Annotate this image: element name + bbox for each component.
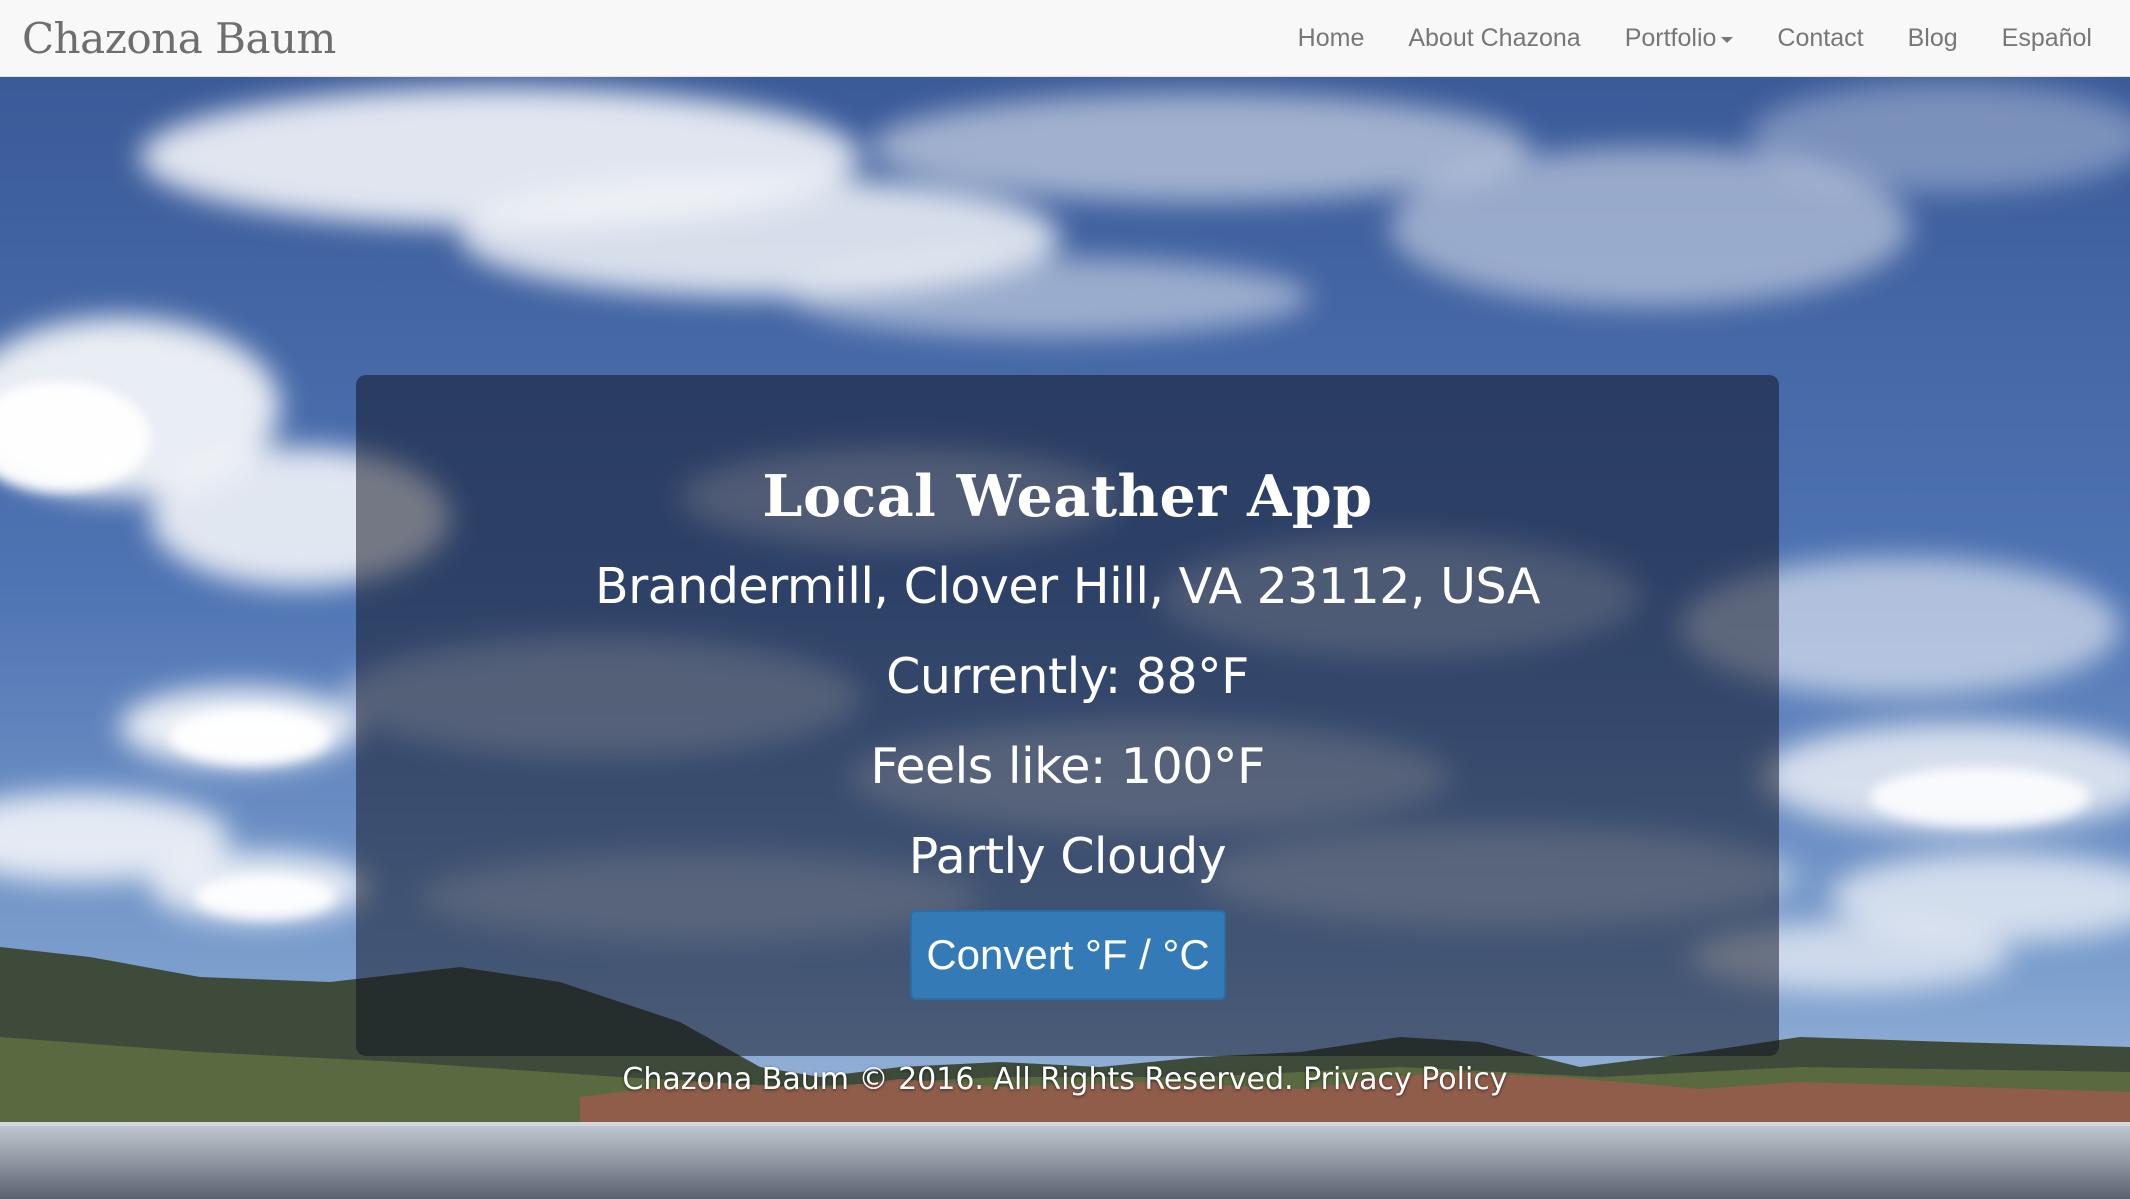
privacy-policy-link[interactable]: Privacy Policy [1303,1062,1507,1097]
nav-home[interactable]: Home [1276,0,1387,76]
feels-like-temperature: Feels like: 100°F [870,738,1265,795]
caret-down-icon [1721,36,1734,43]
nav-menu: Home About Chazona Portfolio Contact Blo… [1276,0,2114,76]
site-brand[interactable]: Chazona Baum [22,14,336,63]
nav-language-spanish[interactable]: Español [1980,0,2114,76]
copyright-text: Chazona Baum © 2016. All Rights Reserved… [622,1062,1294,1097]
location-text: Brandermill, Clover Hill, VA 23112, USA [594,558,1541,615]
top-navbar: Chazona Baum Home About Chazona Portfoli… [0,0,2130,77]
app-title: Local Weather App [762,463,1373,530]
current-temperature: Currently: 88°F [886,648,1249,705]
footer: Chazona Baum © 2016. All Rights Reserved… [0,1062,2130,1097]
nav-portfolio-dropdown[interactable]: Portfolio [1603,0,1756,76]
weather-condition: Partly Cloudy [908,828,1227,885]
weather-panel: Local Weather App Brandermill, Clover Hi… [356,375,1779,1056]
convert-units-button[interactable]: Convert °F / °C [910,910,1226,1000]
nav-contact[interactable]: Contact [1755,0,1885,76]
nav-about[interactable]: About Chazona [1386,0,1602,76]
nav-portfolio-label: Portfolio [1624,23,1717,52]
nav-blog[interactable]: Blog [1886,0,1980,76]
